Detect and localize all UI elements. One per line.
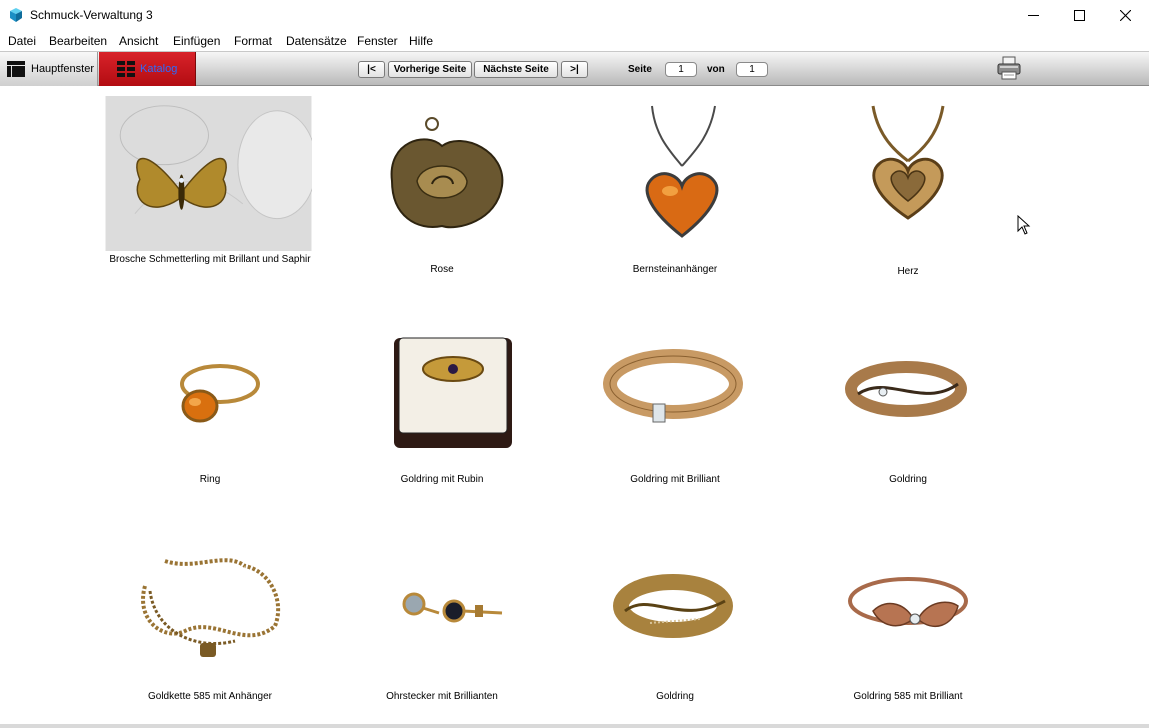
menu-datensaetze[interactable]: Datensätze (286, 34, 347, 48)
bottom-border (0, 724, 1149, 728)
item-caption: Rose (430, 264, 454, 275)
gold-ring-crossover-image (845, 361, 967, 417)
total-pages-field: 1 (736, 62, 768, 77)
page-label: Seite (628, 64, 652, 75)
maximize-button[interactable] (1056, 0, 1102, 31)
menu-hilfe[interactable]: Hilfe (409, 34, 433, 48)
toolbar: Hauptfenster Katalog |< Vorherige Seite … (0, 51, 1149, 86)
catalog-item[interactable]: Goldring mit Rubin (337, 314, 547, 494)
tab-katalog-label: Katalog (140, 63, 178, 75)
ring-in-box-image (394, 337, 512, 448)
menu-fenster[interactable]: Fenster (357, 34, 398, 48)
item-caption: Goldring (889, 474, 927, 485)
maximize-icon (1073, 10, 1085, 21)
amber-heart-pendant-image (645, 105, 719, 238)
close-icon (1119, 10, 1131, 21)
item-caption: Bernsteinanhänger (632, 264, 718, 275)
menu-bearbeiten[interactable]: Bearbeiten (49, 34, 107, 48)
catalog-item[interactable]: Rose (337, 96, 547, 286)
catalog-grid: Brosche Schmetterling mit Brillant und S… (0, 86, 1149, 728)
page-of-label: von (707, 64, 725, 75)
item-caption: Ohrstecker mit Brillianten (386, 691, 498, 702)
close-button[interactable] (1102, 0, 1148, 31)
stud-earrings-image (402, 592, 503, 623)
minimize-icon (1027, 15, 1039, 16)
window-layout-icon (7, 61, 25, 77)
tab-hauptfenster[interactable]: Hauptfenster (0, 52, 98, 86)
catalog-item[interactable]: Goldring 585 mit Brilliant (803, 531, 1013, 711)
catalog-item[interactable]: Bernsteinanhänger (570, 96, 780, 286)
menu-ansicht[interactable]: Ansicht (119, 34, 158, 48)
previous-page-button[interactable]: Vorherige Seite (388, 61, 472, 78)
catalog-item[interactable]: Ohrstecker mit Brillianten (337, 531, 547, 711)
menu-bar: Datei Bearbeiten Ansicht Einfügen Format… (0, 31, 1149, 51)
gold-band-diamond-image (603, 349, 743, 423)
item-caption: Ring (199, 474, 221, 485)
catalog-item[interactable]: Goldring (570, 531, 780, 711)
menu-format[interactable]: Format (234, 34, 272, 48)
app-icon (10, 8, 22, 22)
printer-icon[interactable] (996, 55, 1022, 81)
rose-pendant-image (390, 117, 504, 229)
gold-heart-pendant-image (871, 105, 945, 220)
current-page-field[interactable]: 1 (665, 62, 697, 77)
minimize-button[interactable] (1010, 0, 1056, 31)
window-title: Schmuck-Verwaltung 3 (30, 8, 153, 22)
catalog-item[interactable]: Goldring (803, 314, 1013, 494)
catalog-item[interactable]: Ring (105, 314, 315, 494)
menu-datei[interactable]: Datei (8, 34, 36, 48)
tab-hauptfenster-label: Hauptfenster (31, 63, 94, 75)
item-caption: Goldring mit Brilliant (630, 474, 720, 485)
grid-icon (117, 61, 135, 77)
item-caption: Brosche Schmetterling mit Brillant und S… (109, 254, 311, 265)
item-caption: Goldkette 585 mit Anhänger (148, 691, 272, 702)
catalog-item[interactable]: Goldring mit Brilliant (570, 314, 780, 494)
tab-katalog[interactable]: Katalog (99, 52, 196, 86)
mouse-cursor-icon (1017, 215, 1031, 235)
amber-ring-image (180, 364, 260, 423)
catalog-item[interactable]: Goldkette 585 mit Anhänger (105, 531, 315, 711)
item-caption: Herz (897, 266, 919, 277)
item-caption: Goldring 585 mit Brilliant (853, 691, 963, 702)
last-page-button[interactable]: >| (561, 61, 588, 78)
item-caption: Goldring (656, 691, 694, 702)
title-bar: Schmuck-Verwaltung 3 (0, 0, 1149, 31)
item-caption: Goldring mit Rubin (400, 474, 484, 485)
menu-einfuegen[interactable]: Einfügen (173, 34, 220, 48)
gold-ring-wave-image (613, 574, 733, 638)
butterfly-brooch-image (105, 96, 312, 251)
catalog-item[interactable]: Herz (803, 96, 1013, 286)
rose-gold-ring-image (848, 577, 968, 628)
catalog-item[interactable]: Brosche Schmetterling mit Brillant und S… (105, 96, 315, 286)
next-page-button[interactable]: Nächste Seite (474, 61, 558, 78)
first-page-button[interactable]: |< (358, 61, 385, 78)
gold-chain-image (141, 558, 281, 657)
